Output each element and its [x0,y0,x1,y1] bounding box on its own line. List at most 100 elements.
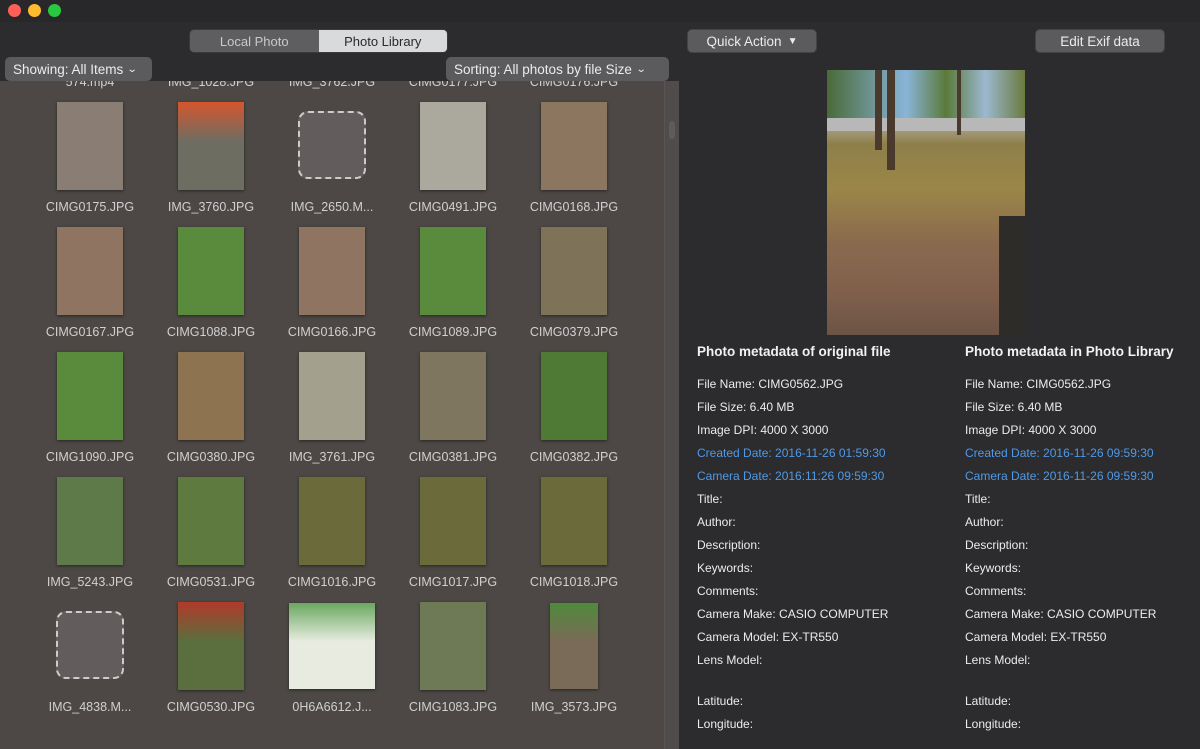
close-window-button[interactable] [8,4,21,17]
showing-filter-label: Showing: All Items [13,61,124,77]
photo-thumbnail[interactable] [57,477,123,565]
photo-thumbnail[interactable] [420,352,486,440]
photo-thumbnail[interactable] [57,227,123,315]
file-name-label: CIMG0530.JPG [166,700,256,714]
showing-filter-dropdown[interactable]: Showing: All Items ⌄ [5,57,152,81]
file-name-label: 0H6A6612.J... [292,700,372,714]
file-name-label: CIMG0177.JPG [408,81,498,89]
file-name-label: CIMG1017.JPG [408,575,498,589]
metadata-row: Camera Date: 2016:11:26 09:59:30 [697,469,885,483]
photo-thumbnail[interactable] [57,102,123,190]
metadata-row: Author: [697,515,736,529]
file-name-label: CIMG1090.JPG [45,450,135,464]
video-placeholder-thumbnail[interactable] [56,611,124,679]
photo-grid: 574.mp4 IMG_1028.JPG IMG_3762.JPG CIMG0177.… [0,81,679,749]
photo-thumbnail[interactable] [541,477,607,565]
original-metadata-title: Photo metadata of original file [697,344,891,359]
file-name-label: CIMG1016.JPG [287,575,377,589]
metadata-row: File Size: 6.40 MB [697,400,795,414]
photo-thumbnail[interactable] [289,603,375,689]
grid-scrollbar[interactable] [664,81,679,749]
photo-thumbnail[interactable] [299,477,365,565]
preview-road [827,117,1025,131]
file-name-label: IMG_1028.JPG [167,81,255,89]
file-name-label: CIMG0168.JPG [529,200,619,214]
metadata-row: Title: [965,492,991,506]
photo-thumbnail[interactable] [178,352,244,440]
metadata-row: Lens Model: [965,653,1031,667]
metadata-row: Lens Model: [697,653,763,667]
file-name-label: CIMG0491.JPG [408,200,498,214]
photo-thumbnail[interactable] [57,352,123,440]
photo-preview [827,70,1025,335]
metadata-row: Keywords: [965,561,1022,575]
metadata-row: Image DPI: 4000 X 3000 [697,423,829,437]
sorting-dropdown[interactable]: Sorting: All photos by file Size ⌄ [446,57,669,81]
metadata-row: File Name: CIMG0562.JPG [965,377,1112,391]
file-name-label: CIMG0167.JPG [45,325,135,339]
scrollbar-thumb[interactable] [669,121,675,139]
preview-tree-trunk [957,70,961,135]
preview-shadow [999,215,1025,335]
minimize-window-button[interactable] [28,4,41,17]
edit-exif-label: Edit Exif data [1060,33,1140,49]
photo-thumbnail[interactable] [550,603,598,689]
file-name-label: CIMG1089.JPG [408,325,498,339]
photo-thumbnail[interactable] [299,227,365,315]
file-name-label: CIMG0380.JPG [166,450,256,464]
quick-action-label: Quick Action [706,33,782,49]
metadata-row: File Name: CIMG0562.JPG [697,377,844,391]
quick-action-button[interactable]: Quick Action ▼ [687,29,817,53]
metadata-row: Author: [965,515,1004,529]
chevron-down-icon: ⌄ [127,63,138,75]
metadata-row: Title: [697,492,723,506]
file-name-label: CIMG1083.JPG [408,700,498,714]
metadata-row: Created Date: 2016-11-26 01:59:30 [697,446,886,460]
photo-thumbnail[interactable] [299,352,365,440]
video-placeholder-thumbnail[interactable] [298,111,366,179]
library-metadata-title: Photo metadata in Photo Library [965,344,1174,359]
photo-thumbnail[interactable] [541,102,607,190]
zoom-window-button[interactable] [48,4,61,17]
photo-thumbnail[interactable] [420,477,486,565]
preview-tree-trunk [887,70,895,170]
photo-thumbnail[interactable] [420,602,486,690]
photo-thumbnail[interactable] [541,227,607,315]
file-name-label: CIMG0379.JPG [529,325,619,339]
file-name-label: CIMG1018.JPG [529,575,619,589]
file-name-label: CIMG1088.JPG [166,325,256,339]
file-name-label: IMG_2650.M... [290,200,374,214]
tab-local-photo[interactable]: Local Photo [190,30,319,52]
metadata-row: Camera Date: 2016-11-26 09:59:30 [965,469,1154,483]
photo-thumbnail[interactable] [178,102,244,190]
photo-thumbnail[interactable] [178,477,244,565]
metadata-row: Camera Model: EX-TR550 [697,630,839,644]
file-name-label: CIMG0166.JPG [287,325,377,339]
photo-thumbnail[interactable] [541,352,607,440]
photo-thumbnail[interactable] [178,227,244,315]
source-segmented-control: Local Photo Photo Library [189,29,448,53]
photo-thumbnail[interactable] [420,102,486,190]
title-bar [0,0,1200,22]
original-metadata-panel: Photo metadata of original file File Nam… [697,344,957,731]
library-metadata-panel: Photo metadata in Photo Library File Nam… [965,344,1200,731]
metadata-row: Comments: [697,584,759,598]
preview-sky [827,70,1025,118]
file-name-label: IMG_4838.M... [48,700,132,714]
metadata-row: Camera Model: EX-TR550 [965,630,1107,644]
tab-photo-library[interactable]: Photo Library [318,30,447,52]
photo-thumbnail[interactable] [178,602,244,690]
chevron-down-icon: ⌄ [635,63,647,75]
file-name-label: CIMG0175.JPG [45,200,135,214]
metadata-row: Created Date: 2016-11-26 09:59:30 [965,446,1154,460]
file-name-label: IMG_3761.JPG [288,450,376,464]
metadata-row: Camera Make: CASIO COMPUTER [697,607,889,621]
file-name-label: IMG_3760.JPG [167,200,255,214]
edit-exif-button[interactable]: Edit Exif data [1035,29,1165,53]
file-name-label: CIMG0176.JPG [529,81,619,89]
file-name-label: CIMG0382.JPG [529,450,619,464]
metadata-row: Latitude: [965,694,1012,708]
metadata-row: Image DPI: 4000 X 3000 [965,423,1097,437]
photo-thumbnail[interactable] [420,227,486,315]
metadata-row: Comments: [965,584,1027,598]
